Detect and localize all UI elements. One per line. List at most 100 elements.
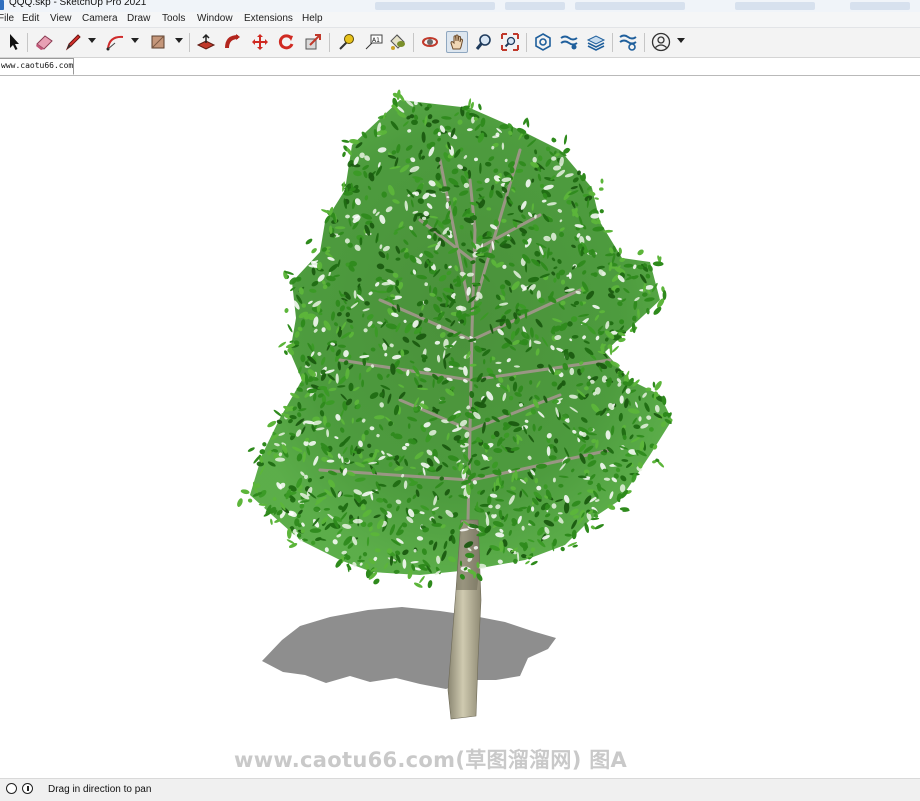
toolbar-separator [644,33,645,52]
eraser-icon [36,35,53,50]
leaf [411,119,418,126]
user-account-icon [651,32,671,52]
leaf [359,237,363,246]
leaf [334,226,346,230]
leaf [594,197,599,200]
leaf [247,447,255,452]
leaf [284,308,289,313]
info-icon[interactable] [22,783,33,794]
leaf [560,546,565,552]
menu-view[interactable]: View [50,13,72,24]
toolbar-separator [612,33,613,52]
paint-bucket-icon [390,34,405,50]
select-tool-button[interactable] [3,31,25,53]
toolbar-separator [189,33,190,52]
status-bar: Drag in direction to pan [0,778,920,801]
chevron-down-icon[interactable] [88,38,96,43]
menu-camera[interactable]: Camera [82,13,118,24]
move-tool-button[interactable] [249,31,271,53]
leaf [240,489,250,495]
background-window-tab [850,2,910,10]
menu-window[interactable]: Window [197,13,233,24]
leaf [287,323,293,333]
watermark-text: www.caotu66.com(草图溜溜网) 图A [234,748,628,772]
menu-help[interactable]: Help [302,13,323,24]
text-tool-label: A1 [372,37,380,44]
leaf [342,151,346,158]
leaf [427,580,433,589]
scene-tabs-bar: www.caotu66.com [0,58,920,76]
warehouse-button[interactable] [532,31,554,53]
leaf [557,512,563,515]
text-tool-button[interactable]: A1 [362,31,384,53]
menu-file[interactable]: File [0,13,14,24]
chevron-down-icon[interactable] [677,38,685,43]
window-title: QQQ.skp - SketchUp Pro 2021 [9,0,147,8]
tape-measure-icon [339,34,354,50]
leaf [478,103,482,111]
orbit-tool-button[interactable] [419,31,441,53]
status-text: Drag in direction to pan [48,784,152,795]
arrow-cursor-icon [10,34,19,50]
sketchup-app-icon [0,0,4,10]
menu-tools[interactable]: Tools [162,13,185,24]
extension-warehouse-icon [560,35,578,50]
menu-edit[interactable]: Edit [22,13,39,24]
leaf [599,209,604,214]
leaf [270,518,273,525]
leaf [341,139,350,143]
rotate-tool-button[interactable] [275,31,297,53]
scene-tab[interactable]: www.caotu66.com [0,58,74,75]
rectangle-tool-button[interactable] [147,31,169,53]
leaf [590,525,595,530]
leaf [530,560,538,566]
leaf [594,524,604,530]
tree-shadow [262,607,556,689]
leaf [525,560,530,565]
drawing-area[interactable] [0,76,920,778]
extension-warehouse-button[interactable] [558,31,580,53]
zoom-extents-tool-button[interactable] [499,31,521,53]
leaf [278,341,287,348]
leaf [267,420,277,428]
leaf [662,290,667,300]
account-button[interactable] [650,31,672,53]
leaf [501,142,505,150]
zoom-tool-button[interactable] [473,31,495,53]
leaf [637,249,644,256]
menu-extensions[interactable]: Extensions [244,13,293,24]
leaf [516,436,520,445]
leaf [247,498,253,503]
rectangle-icon [151,35,165,49]
eraser-tool-button[interactable] [33,31,55,53]
leaf [413,582,423,588]
paint-bucket-tool-button[interactable] [386,31,408,53]
leaf [600,178,604,184]
push-pull-tool-button[interactable] [195,31,217,53]
toolbar-separator [27,33,28,52]
follow-me-tool-button[interactable] [222,31,244,53]
layout-icon [586,35,606,51]
chevron-down-icon[interactable] [175,38,183,43]
background-window-tab [375,2,495,10]
scale-tool-button[interactable] [302,31,324,53]
pan-tool-button[interactable] [446,31,468,53]
line-tool-button[interactable] [62,31,84,53]
arc-tool-button[interactable] [104,31,126,53]
leaf [286,527,292,539]
title-bar: QQQ.skp - SketchUp Pro 2021 [0,0,920,12]
leaf [305,238,313,245]
extension-manager-button[interactable] [617,31,639,53]
geo-location-icon[interactable] [6,783,17,794]
background-window-tab [505,2,565,10]
chevron-down-icon[interactable] [131,38,139,43]
tape-measure-tool-button[interactable] [335,31,357,53]
menu-draw[interactable]: Draw [127,13,150,24]
arc-icon [106,35,124,51]
leaf [413,549,417,553]
tree-model[interactable] [0,76,920,778]
sketchup-layout-button[interactable] [585,31,607,53]
toolbar-separator [413,33,414,52]
scale-icon [305,34,321,50]
leaf [237,498,243,507]
